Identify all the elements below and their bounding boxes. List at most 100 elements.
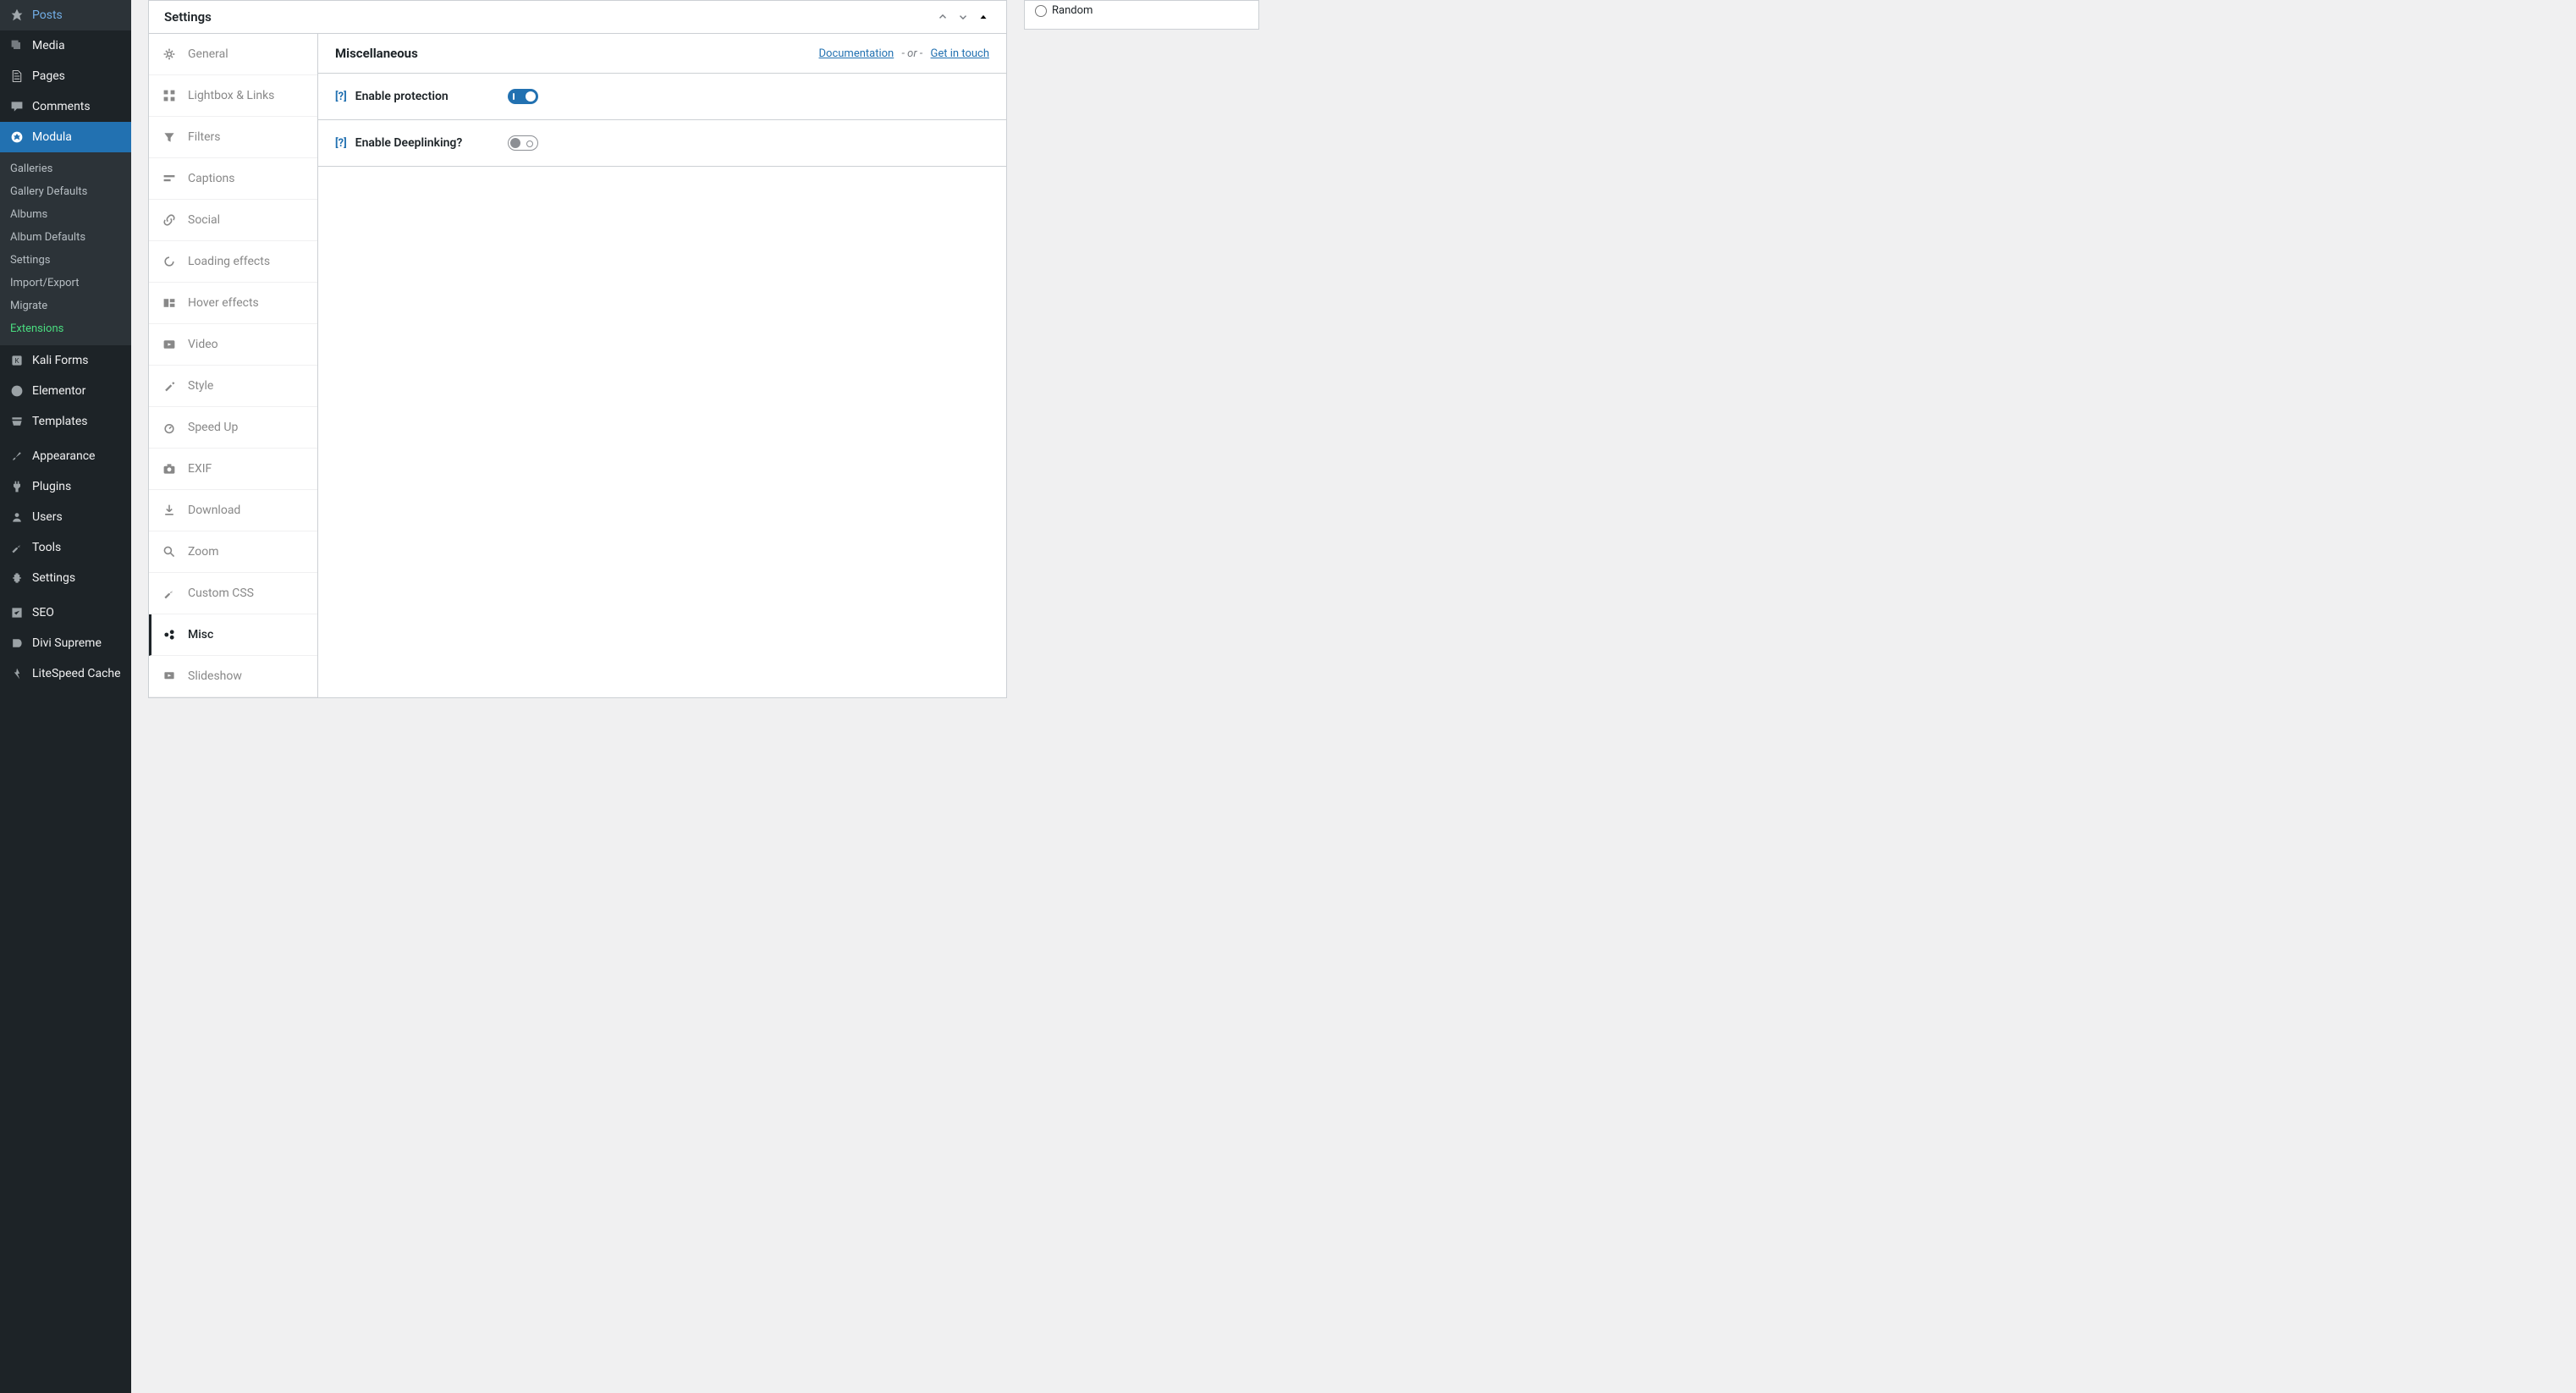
link-icon (162, 212, 178, 228)
plugins-icon (8, 478, 25, 495)
tab-exif[interactable]: EXIF (149, 449, 317, 490)
panel-down-icon[interactable] (955, 9, 971, 25)
misc-icon (162, 627, 178, 642)
help-icon[interactable]: [?] (335, 91, 347, 103)
tab-social[interactable]: Social (149, 200, 317, 241)
content-column: Miscellaneous Documentation - or - Get i… (318, 34, 1006, 697)
tab-label: Social (188, 213, 220, 227)
menu-kali-forms[interactable]: K Kali Forms (0, 345, 131, 376)
menu-pages[interactable]: Pages (0, 61, 131, 91)
content-header: Miscellaneous Documentation - or - Get i… (318, 34, 1006, 74)
tab-loading[interactable]: Loading effects (149, 241, 317, 283)
video-icon (162, 337, 178, 352)
menu-label: Comments (32, 100, 91, 113)
style-icon (162, 378, 178, 394)
kali-icon: K (8, 352, 25, 369)
setting-label: Enable protection (355, 90, 508, 103)
menu-plugins[interactable]: Plugins (0, 471, 131, 502)
get-in-touch-link[interactable]: Get in touch (931, 47, 989, 60)
menu-label: Tools (32, 541, 61, 554)
panel-title: Settings (164, 9, 212, 25)
gear-icon (162, 47, 178, 62)
submenu-settings[interactable]: Settings (0, 249, 131, 272)
tab-label: Download (188, 504, 240, 517)
menu-litespeed[interactable]: LiteSpeed Cache (0, 658, 131, 689)
menu-tools[interactable]: Tools (0, 532, 131, 563)
slideshow-icon (162, 669, 178, 684)
tab-captions[interactable]: Captions (149, 158, 317, 200)
elementor-icon (8, 383, 25, 399)
menu-label: Pages (32, 69, 65, 83)
modula-icon (8, 129, 25, 146)
tab-speedup[interactable]: Speed Up (149, 407, 317, 449)
panel-collapse-icon[interactable] (976, 9, 991, 25)
submenu-import-export[interactable]: Import/Export (0, 272, 131, 295)
menu-divi-supreme[interactable]: Divi Supreme (0, 628, 131, 658)
panel-body: General Lightbox & Links Filters Caption… (149, 34, 1006, 697)
menu-posts[interactable]: Posts (0, 0, 131, 30)
zoom-icon (162, 544, 178, 559)
menu-appearance[interactable]: Appearance (0, 441, 131, 471)
side-box: Random (1024, 0, 1259, 30)
setting-label: Enable Deeplinking? (355, 136, 508, 150)
tab-label: General (188, 47, 228, 61)
camera-icon (162, 461, 178, 476)
content-links: Documentation - or - Get in touch (819, 47, 990, 60)
menu-templates[interactable]: Templates (0, 406, 131, 437)
setting-enable-protection: [?] Enable protection (318, 74, 1006, 120)
tab-label: Speed Up (188, 421, 238, 434)
menu-label: Appearance (32, 449, 95, 463)
tab-download[interactable]: Download (149, 490, 317, 531)
tab-label: Filters (188, 130, 221, 144)
submenu-galleries[interactable]: Galleries (0, 157, 131, 180)
media-icon (8, 37, 25, 54)
brush-icon (8, 448, 25, 465)
tab-style[interactable]: Style (149, 366, 317, 407)
seo-icon (8, 604, 25, 621)
menu-users[interactable]: Users (0, 502, 131, 532)
tab-label: Style (188, 379, 213, 393)
help-icon[interactable]: [?] (335, 137, 347, 150)
tab-label: EXIF (188, 462, 212, 476)
submenu-album-defaults[interactable]: Album Defaults (0, 226, 131, 249)
tab-lightbox[interactable]: Lightbox & Links (149, 75, 317, 117)
menu-label: Users (32, 510, 63, 524)
tab-filters[interactable]: Filters (149, 117, 317, 158)
toggle-enable-protection[interactable] (508, 89, 538, 104)
toggle-enable-deeplinking[interactable] (508, 135, 538, 151)
menu-media[interactable]: Media (0, 30, 131, 61)
tab-label: Zoom (188, 545, 219, 559)
radio-random[interactable] (1035, 5, 1047, 17)
tab-hover[interactable]: Hover effects (149, 283, 317, 324)
menu-label: Templates (32, 415, 88, 428)
menu-comments[interactable]: Comments (0, 91, 131, 122)
submenu-extensions[interactable]: Extensions (0, 317, 131, 340)
documentation-link[interactable]: Documentation (819, 47, 894, 60)
content-title: Miscellaneous (335, 46, 418, 61)
loading-icon (162, 254, 178, 269)
tab-label: Lightbox & Links (188, 89, 274, 102)
tab-general[interactable]: General (149, 34, 317, 75)
hover-icon (162, 295, 178, 311)
tab-customcss[interactable]: Custom CSS (149, 573, 317, 614)
tab-label: Captions (188, 172, 235, 185)
submenu-migrate[interactable]: Migrate (0, 295, 131, 317)
radio-random-row[interactable]: Random (1035, 1, 1248, 20)
menu-modula[interactable]: Modula (0, 122, 131, 152)
settings-tabs: General Lightbox & Links Filters Caption… (149, 34, 318, 697)
tab-zoom[interactable]: Zoom (149, 531, 317, 573)
tab-misc[interactable]: Misc (149, 614, 317, 656)
panel-up-icon[interactable] (935, 9, 950, 25)
menu-seo[interactable]: SEO (0, 597, 131, 628)
menu-elementor[interactable]: Elementor (0, 376, 131, 406)
tab-label: Custom CSS (188, 586, 254, 600)
menu-label: Media (32, 39, 65, 52)
submenu-gallery-defaults[interactable]: Gallery Defaults (0, 180, 131, 203)
menu-label: Settings (32, 571, 75, 585)
tab-slideshow[interactable]: Slideshow (149, 656, 317, 697)
submenu-albums[interactable]: Albums (0, 203, 131, 226)
menu-label: Posts (32, 8, 63, 22)
menu-settings[interactable]: Settings (0, 563, 131, 593)
tab-video[interactable]: Video (149, 324, 317, 366)
or-separator: - or - (901, 47, 922, 60)
